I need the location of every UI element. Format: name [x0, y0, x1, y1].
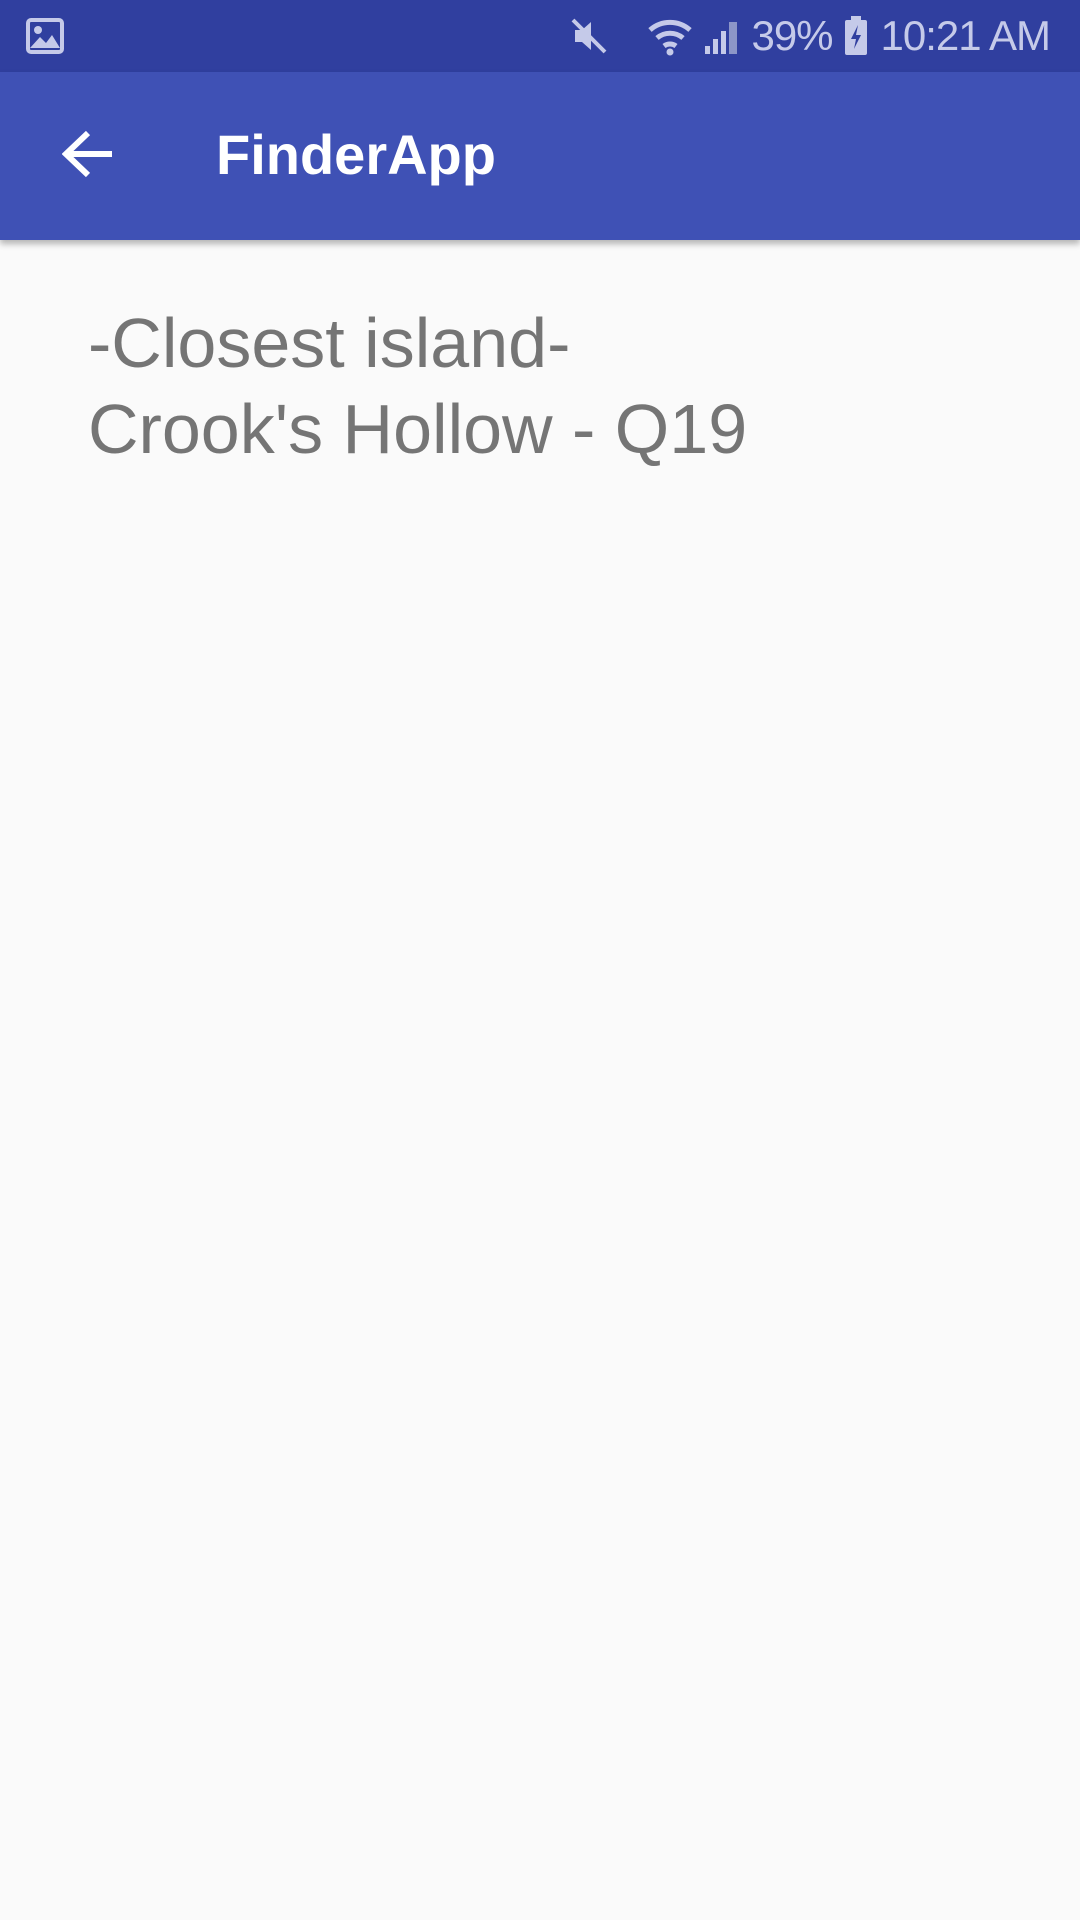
result-text-block: -Closest island- Crook's Hollow - Q19 [88, 300, 1028, 472]
battery-percent: 39% [751, 12, 833, 59]
closest-island-result: Crook's Hollow - Q19 [88, 390, 748, 468]
app-bar: FinderApp [0, 72, 1080, 240]
status-bar: 39% 10:21 AM [0, 0, 1080, 72]
app-title: FinderApp [216, 123, 496, 186]
mute-icon [569, 16, 609, 56]
signal-icon [703, 16, 741, 56]
arrow-back-icon [61, 130, 114, 183]
clock: 10:21 AM [880, 12, 1051, 59]
wifi-icon [647, 16, 693, 56]
battery-charging-icon [843, 15, 869, 57]
image-icon [26, 18, 64, 54]
closest-island-heading: -Closest island- [88, 304, 571, 382]
back-button[interactable] [40, 108, 136, 204]
